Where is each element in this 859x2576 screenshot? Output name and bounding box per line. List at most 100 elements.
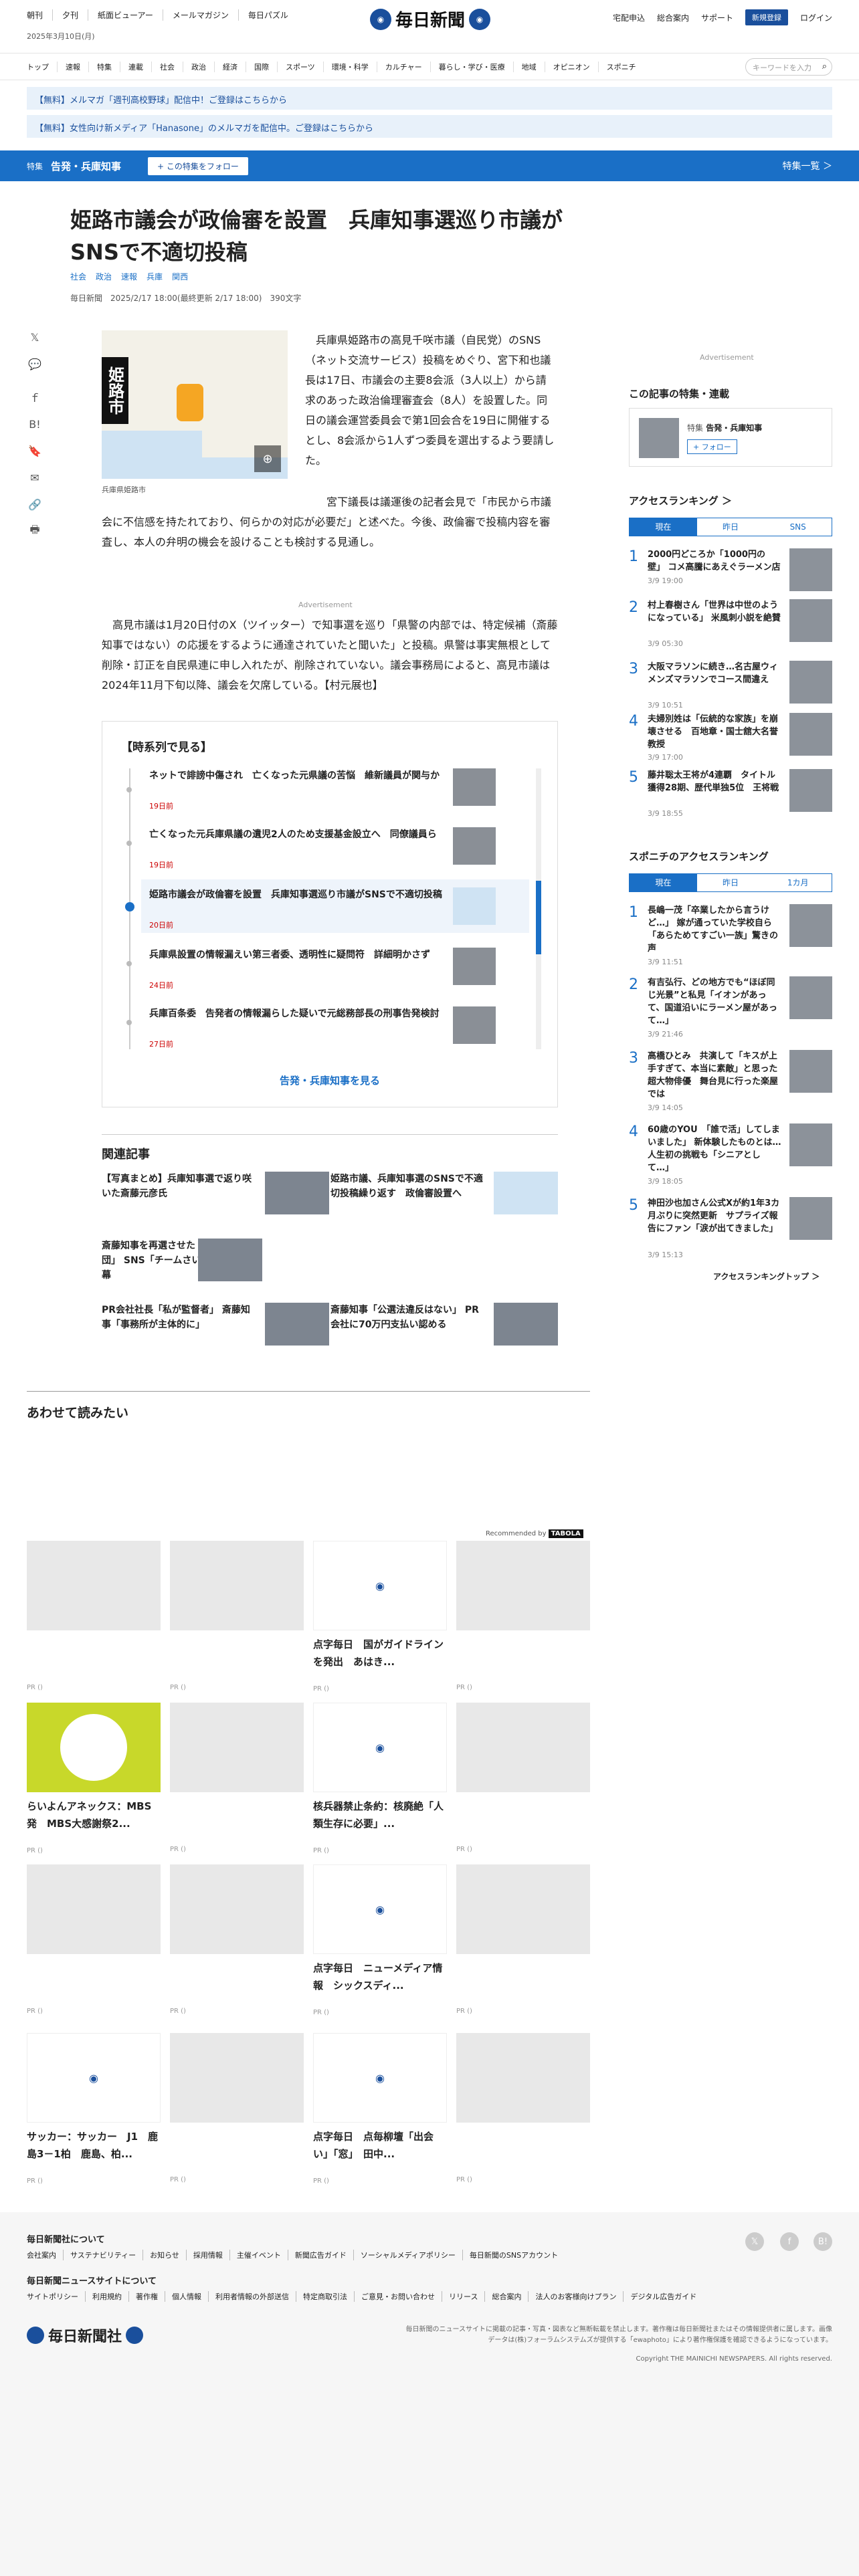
recommend-attribution[interactable]: Recommended by TABOLA: [486, 1529, 583, 1538]
rank-thumbnail[interactable]: [789, 1050, 832, 1093]
related-title[interactable]: 斎藤知事「公選法違反はない」 PR会社に70万円支払い認める: [330, 1303, 484, 1332]
footer-link[interactable]: 個人情報: [165, 2291, 208, 2302]
recommend-thumbnail[interactable]: ◉: [313, 1541, 447, 1630]
tag[interactable]: 社会: [70, 271, 86, 282]
related-title[interactable]: 姫路市議、兵庫知事選のSNSで不適切投稿繰り返す 政倫審設置へ: [330, 1172, 484, 1201]
timeline-item-title[interactable]: 兵庫県設置の情報漏えい第三者委、透明性に疑問符 詳細明かさず: [149, 948, 444, 962]
rank-title[interactable]: 大阪マラソンに続き…名古屋ウィメンズマラソンでコース間違え: [648, 661, 781, 686]
recommend-thumbnail[interactable]: [27, 1703, 161, 1792]
recommend-thumbnail[interactable]: [456, 1864, 590, 1954]
print-icon[interactable]: 🖶: [27, 523, 43, 539]
recommend-title[interactable]: 核兵器禁止条約：核廃絶「人類生存に必要」...: [313, 1798, 447, 1832]
rank-title[interactable]: 藤井聡太王将が4連覇 タイトル獲得28期、歴代単独5位 王将戦: [648, 769, 781, 794]
nav-item[interactable]: 政治: [183, 61, 214, 72]
recommend-thumbnail[interactable]: [170, 1541, 304, 1630]
timeline-thumbnail[interactable]: [453, 827, 496, 865]
recommend-card[interactable]: ◉ 核兵器禁止条約：核廃絶「人類生存に必要」... PR (): [313, 1703, 447, 1854]
recommend-card[interactable]: ◉ 点字毎日 ニューメディア情報 シックスディ... PR (): [313, 1864, 447, 2016]
timeline-more-link[interactable]: 告発・兵庫知事を見る: [102, 1073, 557, 1087]
footer-link[interactable]: サイトポリシー: [27, 2291, 85, 2302]
tag[interactable]: 兵庫: [147, 271, 163, 282]
rank-thumbnail[interactable]: [789, 904, 832, 947]
related-item[interactable]: PR会社社長「私が監督者」 斎藤知事「事務所が主体的に」: [102, 1303, 329, 1356]
nav-item[interactable]: カルチャー: [376, 61, 430, 72]
recommend-card[interactable]: らいよんアネックス：MBS発 MBS大感謝祭2... PR (): [27, 1703, 161, 1854]
nav-item[interactable]: 国際: [246, 61, 277, 72]
zoom-icon[interactable]: ⊕: [254, 445, 281, 472]
recommend-thumbnail[interactable]: [170, 1864, 304, 1954]
scrollbar-thumb[interactable]: [536, 881, 541, 954]
recommend-card[interactable]: PR (): [27, 1541, 161, 1691]
tab-now[interactable]: 現在: [630, 518, 697, 536]
recommend-title[interactable]: 点字毎日 点毎柳壇「出会い」「窓」 田中...: [313, 2128, 447, 2163]
rank-title[interactable]: 60歳のYOU 「誰で活」してしまいました」 新体験したものとは…人生初の挑戦も…: [648, 1123, 781, 1174]
related-title[interactable]: PR会社社長「私が監督者」 斎藤知事「事務所が主体的に」: [102, 1303, 256, 1332]
recommend-thumbnail[interactable]: ◉: [313, 1864, 447, 1954]
tab-month[interactable]: 1カ月: [764, 874, 832, 891]
rank-thumbnail[interactable]: [789, 599, 832, 642]
timeline-scrollbar[interactable]: [536, 768, 541, 1049]
recommend-card[interactable]: ◉ 点字毎日 点毎柳壇「出会い」「窓」 田中... PR (): [313, 2033, 447, 2185]
timeline-item[interactable]: 兵庫県設置の情報漏えい第三者委、透明性に疑問符 詳細明かさず 24日前: [141, 941, 529, 992]
promo-banner[interactable]: 【無料】メルマガ「週刊高校野球」配信中！ご登録はこちらから: [27, 87, 832, 110]
footer-logo[interactable]: 毎日新聞社: [27, 2325, 144, 2346]
footer-link[interactable]: 主催イベント: [229, 2250, 288, 2260]
header-link[interactable]: 夕刊: [52, 9, 88, 21]
facebook-icon[interactable]: f: [780, 2232, 799, 2251]
footer-link[interactable]: 特定商取引法: [296, 2291, 354, 2302]
recommend-thumbnail[interactable]: [170, 2033, 304, 2123]
nav-item[interactable]: トップ: [27, 62, 57, 72]
timeline-item-title[interactable]: 姫路市議会が政倫審を設置 兵庫知事選巡り市議がSNSで不適切投稿: [149, 887, 444, 902]
tab-yesterday[interactable]: 昨日: [697, 518, 765, 536]
comment-icon[interactable]: 💬: [27, 356, 43, 372]
rank-thumbnail[interactable]: [789, 769, 832, 812]
footer-link[interactable]: 会社案内: [27, 2250, 63, 2260]
promo-banner[interactable]: 【無料】女性向け新メディア「Hanasone」のメルマガを配信中。ご登録はこちら…: [27, 115, 832, 138]
ranking-item[interactable]: 2 村上春樹さん「世界は中世のようになっている」 米風刺小説を絶賛 3/9 05…: [629, 599, 832, 659]
timeline-thumbnail[interactable]: [453, 948, 496, 985]
ranking-heading[interactable]: アクセスランキング ＞: [629, 494, 732, 508]
rank-title[interactable]: 神田沙也加さん公式Xが約1年3カ月ぶりに突然更新 サプライズ報告にファン「涙が出…: [648, 1197, 781, 1235]
support-link[interactable]: サポート: [701, 12, 733, 23]
footer-link[interactable]: 採用情報: [185, 2250, 229, 2260]
footer-link[interactable]: 新聞広告ガイド: [287, 2250, 353, 2260]
series-card[interactable]: 特集 告発・兵庫知事 + フォロー: [629, 408, 832, 467]
facebook-icon[interactable]: ｆ: [27, 389, 43, 405]
recommend-card[interactable]: PR (): [170, 1864, 304, 2015]
site-logo[interactable]: ◉ 毎日新聞 ◉: [370, 7, 491, 31]
nav-item[interactable]: 社会: [151, 61, 183, 72]
timeline-item[interactable]: 兵庫百条委 告発者の情報漏らした疑いで元総務部長の刑事告発検討 27日前: [141, 1000, 529, 1051]
subscribe-link[interactable]: 宅配申込: [613, 12, 645, 23]
hatena-icon[interactable]: B!: [814, 2232, 832, 2251]
search-icon[interactable]: ⌕: [822, 62, 827, 72]
ranking-item[interactable]: 5 藤井聡太王将が4連覇 タイトル獲得28期、歴代単独5位 王将戦 3/9 18…: [629, 769, 832, 829]
footer-link[interactable]: 法人のお客様向けプラン: [528, 2291, 623, 2302]
footer-link[interactable]: 総合案内: [484, 2291, 528, 2302]
timeline-thumbnail[interactable]: [453, 887, 496, 925]
recommend-thumbnail[interactable]: [170, 1703, 304, 1792]
recommend-card[interactable]: PR (): [170, 1703, 304, 1853]
footer-link[interactable]: リリース: [442, 2291, 484, 2302]
tag[interactable]: 政治: [96, 271, 112, 282]
nav-item[interactable]: スポーツ: [277, 61, 323, 72]
rank-thumbnail[interactable]: [789, 1123, 832, 1166]
header-link[interactable]: 紙面ビューアー: [88, 9, 163, 21]
nav-item[interactable]: 環境・科学: [322, 61, 377, 72]
recommend-thumbnail[interactable]: [456, 1541, 590, 1630]
ranking-item[interactable]: 3 大阪マラソンに続き…名古屋ウィメンズマラソンでコース間違え 3/9 10:5…: [629, 661, 832, 721]
rank-title[interactable]: 高橋ひとみ 共演して「キスが上手すぎて、本当に素敵」と思った超大物俳優 舞台見に…: [648, 1050, 781, 1101]
recommend-card[interactable]: PR (): [456, 2033, 590, 2183]
link-icon[interactable]: 🔗: [27, 496, 43, 512]
footer-link[interactable]: 利用規約: [85, 2291, 128, 2302]
bookmark-icon[interactable]: 🔖: [27, 443, 43, 459]
related-item[interactable]: 斎藤知事を再選させた「素人集団」 SNS「チームさいとう」の内幕: [102, 1239, 329, 1292]
sponichi-item[interactable]: 3 高橋ひとみ 共演して「キスが上手すぎて、本当に素敵」と思った超大物俳優 舞台…: [629, 1050, 832, 1119]
login-link[interactable]: ログイン: [800, 12, 832, 23]
recommend-title[interactable]: サッカー：サッカー J1 鹿島3－1柏 鹿島、柏...: [27, 2128, 161, 2163]
rank-title[interactable]: 村上春樹さん「世界は中世のようになっている」 米風刺小説を絶賛: [648, 599, 781, 625]
tag[interactable]: 速報: [121, 271, 137, 282]
footer-link[interactable]: サステナビリティー: [63, 2250, 142, 2260]
recommend-card[interactable]: PR (): [170, 2033, 304, 2183]
tab-sns[interactable]: SNS: [764, 518, 832, 536]
recommend-card[interactable]: PR (): [27, 1864, 161, 2015]
